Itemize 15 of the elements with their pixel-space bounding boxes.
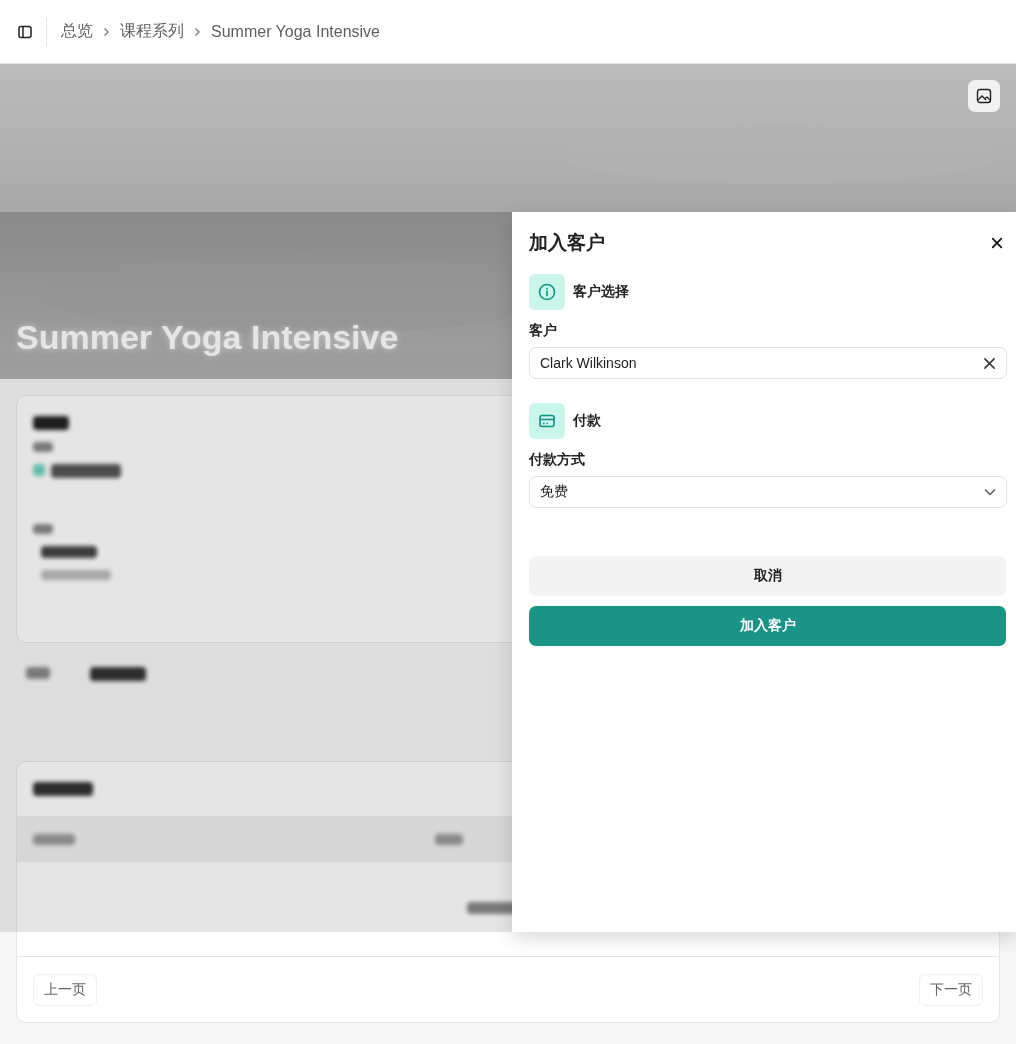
field-label: 付款方式 [529, 451, 586, 469]
previous-page-button[interactable]: 上一页 [33, 973, 97, 1006]
hero-title: Summer Yoga Intensive [16, 318, 399, 357]
submit-button[interactable]: 加入客户 [529, 606, 1006, 646]
field-label: 客户 [529, 322, 558, 340]
select-field[interactable]: 免费 [529, 476, 1007, 508]
breadcrumb-link[interactable]: Summer Yoga Intensive [211, 22, 380, 41]
section-title: 客户选择 [573, 283, 629, 301]
breadcrumb-link[interactable]: 总览 [61, 21, 93, 42]
cancel-button[interactable]: 取消 [529, 556, 1006, 596]
breadcrumb-link[interactable]: 课程系列 [120, 21, 184, 42]
drawer-title: 加入客户 [529, 231, 605, 255]
input-field[interactable]: Clark Wilkinson [529, 347, 1007, 379]
section-title: 付款 [573, 412, 601, 430]
next-page-button[interactable]: 下一页 [919, 973, 983, 1006]
